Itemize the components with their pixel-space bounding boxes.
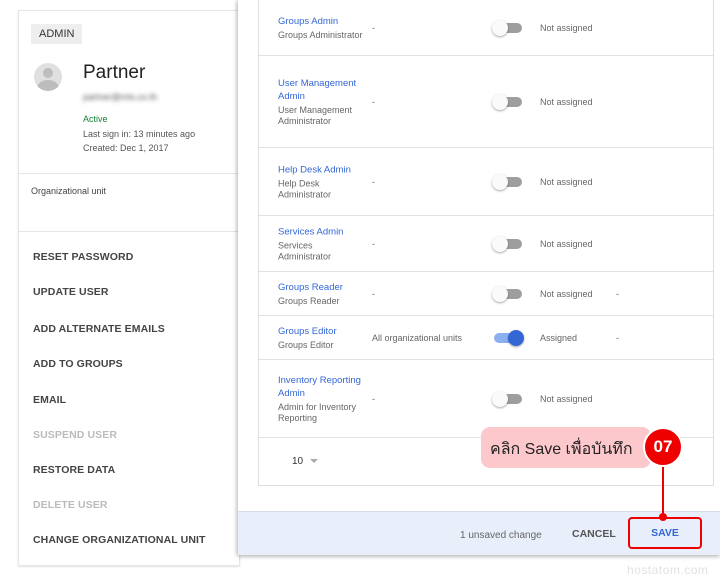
cancel-button[interactable]: CANCEL	[572, 528, 616, 540]
role-description: User Management Administrator	[278, 104, 353, 126]
role-name-cell: Help Desk Admin Help Desk Administrator	[278, 163, 364, 200]
action-add-to-groups[interactable]: ADD TO GROUPS	[33, 358, 123, 370]
role-name-link[interactable]: Inventory Reporting Admin	[278, 374, 364, 400]
role-description: Groups Editor	[278, 339, 334, 350]
role-name-link[interactable]: Groups Reader	[278, 281, 364, 294]
action-change-organizational-unit[interactable]: CHANGE ORGANIZATIONAL UNIT	[33, 534, 206, 546]
action-add-alternate-emails[interactable]: ADD ALTERNATE EMAILS	[33, 323, 165, 335]
action-suspend-user: SUSPEND USER	[33, 429, 118, 441]
role-description: Groups Reader	[278, 295, 340, 306]
action-email[interactable]: EMAIL	[33, 394, 66, 406]
role-scope: -	[372, 176, 375, 187]
admin-roles-panel: Groups Admin Groups Administrator - Not …	[238, 0, 720, 555]
action-delete-user: DELETE USER	[33, 499, 108, 511]
toggle-knob	[508, 329, 524, 346]
role-name-cell: Groups Reader Groups Reader	[278, 281, 364, 307]
role-toggle[interactable]	[492, 19, 522, 36]
toggle-knob	[492, 93, 508, 110]
role-toggle[interactable]	[494, 329, 524, 346]
role-scope: All organizational units	[372, 332, 463, 343]
role-status: Not assigned	[540, 393, 593, 404]
user-email: partner@mts.co.th	[83, 92, 158, 102]
rows-per-page-select[interactable]: 10	[292, 456, 319, 467]
annotation-pointer-dot	[659, 513, 667, 521]
role-status: Not assigned	[540, 22, 593, 33]
role-scope: -	[372, 238, 375, 249]
toggle-knob	[492, 285, 508, 302]
last-sign-in: Last sign in: 13 minutes ago	[83, 129, 196, 139]
roles-table: Groups Admin Groups Administrator - Not …	[258, 0, 714, 486]
user-status: Active	[83, 114, 108, 124]
role-row: Groups Editor Groups Editor All organiza…	[259, 316, 713, 360]
role-toggle[interactable]	[492, 173, 522, 190]
annotation-callout: คลิก Save เพื่อบันทึก	[481, 427, 651, 468]
admin-badge: ADMIN	[31, 24, 83, 44]
watermark: hostatom.com	[627, 563, 709, 577]
chevron-down-icon	[310, 459, 319, 464]
avatar-icon	[34, 63, 62, 91]
role-row: Help Desk Admin Help Desk Administrator …	[259, 148, 713, 216]
toggle-knob	[492, 390, 508, 407]
save-bar: 1 unsaved change CANCEL SAVE	[238, 511, 720, 555]
role-extra: -	[616, 332, 619, 343]
annotation-pointer-line	[662, 466, 664, 516]
user-info-panel: ADMIN Partner partner@mts.co.th Active L…	[18, 10, 240, 566]
toggle-knob	[492, 173, 508, 190]
role-name-cell: Groups Editor Groups Editor	[278, 325, 364, 351]
role-description: Admin for Inventory Reporting	[278, 401, 357, 423]
role-row: User Management Admin User Management Ad…	[259, 56, 713, 148]
role-description: Groups Administrator	[278, 29, 363, 40]
role-toggle[interactable]	[492, 93, 522, 110]
role-name-link[interactable]: Services Admin	[278, 225, 364, 238]
role-name-cell: Services Admin Services Administrator	[278, 225, 364, 262]
save-button[interactable]: SAVE	[628, 517, 702, 549]
role-name-cell: Groups Admin Groups Administrator	[278, 15, 364, 41]
page-size-value: 10	[292, 456, 304, 467]
role-description: Services Administrator	[278, 240, 332, 261]
role-row: Groups Reader Groups Reader - Not assign…	[259, 272, 713, 316]
role-scope: -	[372, 22, 375, 33]
role-status: Not assigned	[540, 288, 593, 299]
role-row: Inventory Reporting Admin Admin for Inve…	[259, 360, 713, 438]
role-row: Groups Admin Groups Administrator - Not …	[259, 0, 713, 56]
role-name-link[interactable]: Groups Admin	[278, 15, 364, 28]
role-extra: -	[616, 288, 619, 299]
toggle-knob	[492, 19, 508, 36]
role-scope: -	[372, 96, 375, 107]
role-status: Assigned	[540, 332, 578, 343]
role-toggle[interactable]	[492, 235, 522, 252]
unsaved-changes-text: 1 unsaved change	[460, 530, 542, 541]
role-description: Help Desk Administrator	[278, 178, 332, 199]
org-unit-label: Organizational unit	[31, 186, 107, 196]
toggle-knob	[492, 235, 508, 252]
role-name-cell: Inventory Reporting Admin Admin for Inve…	[278, 374, 364, 424]
role-name-cell: User Management Admin User Management Ad…	[278, 77, 364, 127]
action-reset-password[interactable]: RESET PASSWORD	[33, 251, 133, 263]
created-date: Created: Dec 1, 2017	[83, 143, 169, 153]
role-scope: -	[372, 393, 375, 404]
role-row: Services Admin Services Administrator - …	[259, 216, 713, 272]
role-name-link[interactable]: User Management Admin	[278, 77, 364, 103]
role-scope: -	[372, 288, 375, 299]
role-status: Not assigned	[540, 238, 593, 249]
divider	[19, 173, 239, 174]
divider	[19, 231, 239, 232]
user-name: Partner	[83, 62, 146, 83]
role-toggle[interactable]	[492, 390, 522, 407]
action-update-user[interactable]: UPDATE USER	[33, 286, 109, 298]
step-number-badge: 07	[643, 427, 683, 467]
role-toggle[interactable]	[492, 285, 522, 302]
role-name-link[interactable]: Help Desk Admin	[278, 163, 364, 176]
role-status: Not assigned	[540, 96, 593, 107]
action-restore-data[interactable]: RESTORE DATA	[33, 464, 115, 476]
role-name-link[interactable]: Groups Editor	[278, 325, 364, 338]
role-status: Not assigned	[540, 176, 593, 187]
